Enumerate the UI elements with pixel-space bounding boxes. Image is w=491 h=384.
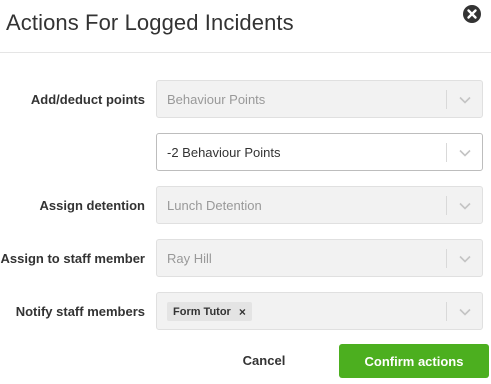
chevron-down-icon[interactable] — [457, 304, 473, 320]
select-divider — [446, 249, 447, 268]
modal-title: Actions For Logged Incidents — [6, 10, 294, 35]
detention-value: Lunch Detention — [167, 197, 262, 213]
points-amount-row: -2 Behaviour Points — [0, 133, 491, 171]
staff-row: Assign to staff member Ray Hill — [0, 239, 491, 277]
actions-modal: Actions For Logged Incidents Add/deduct … — [0, 0, 491, 384]
select-divider — [446, 90, 447, 109]
detention-label: Assign detention — [39, 197, 145, 213]
points-label: Add/deduct points — [30, 91, 145, 107]
staff-value: Ray Hill — [167, 250, 212, 266]
chevron-down-icon[interactable] — [457, 251, 473, 267]
select-divider — [446, 143, 447, 162]
staff-label: Assign to staff member — [0, 250, 145, 266]
points-type-select[interactable]: Behaviour Points — [156, 80, 483, 118]
notify-row: Notify staff members Form Tutor × — [0, 292, 491, 330]
cancel-button[interactable]: Cancel — [224, 343, 304, 377]
chevron-down-icon[interactable] — [457, 92, 473, 108]
points-type-row: Add/deduct points Behaviour Points — [0, 80, 491, 118]
modal-header: Actions For Logged Incidents — [0, 0, 491, 53]
points-amount-select[interactable]: -2 Behaviour Points — [156, 133, 483, 171]
chevron-down-icon[interactable] — [457, 198, 473, 214]
select-divider — [446, 196, 447, 215]
staff-tag-label: Form Tutor — [173, 305, 231, 318]
staff-select[interactable]: Ray Hill — [156, 239, 483, 277]
close-icon[interactable] — [463, 5, 481, 23]
detention-select[interactable]: Lunch Detention — [156, 186, 483, 224]
detention-row: Assign detention Lunch Detention — [0, 186, 491, 224]
confirm-actions-button[interactable]: Confirm actions — [339, 344, 489, 378]
remove-tag-icon[interactable]: × — [239, 305, 246, 319]
staff-tag: Form Tutor × — [167, 302, 252, 321]
points-type-value: Behaviour Points — [167, 91, 266, 107]
chevron-down-icon[interactable] — [457, 145, 473, 161]
modal-footer: Cancel Confirm actions — [0, 343, 491, 379]
points-amount-value: -2 Behaviour Points — [167, 144, 281, 160]
notify-select[interactable]: Form Tutor × — [156, 292, 483, 330]
select-divider — [446, 302, 447, 321]
notify-label: Notify staff members — [15, 303, 145, 319]
